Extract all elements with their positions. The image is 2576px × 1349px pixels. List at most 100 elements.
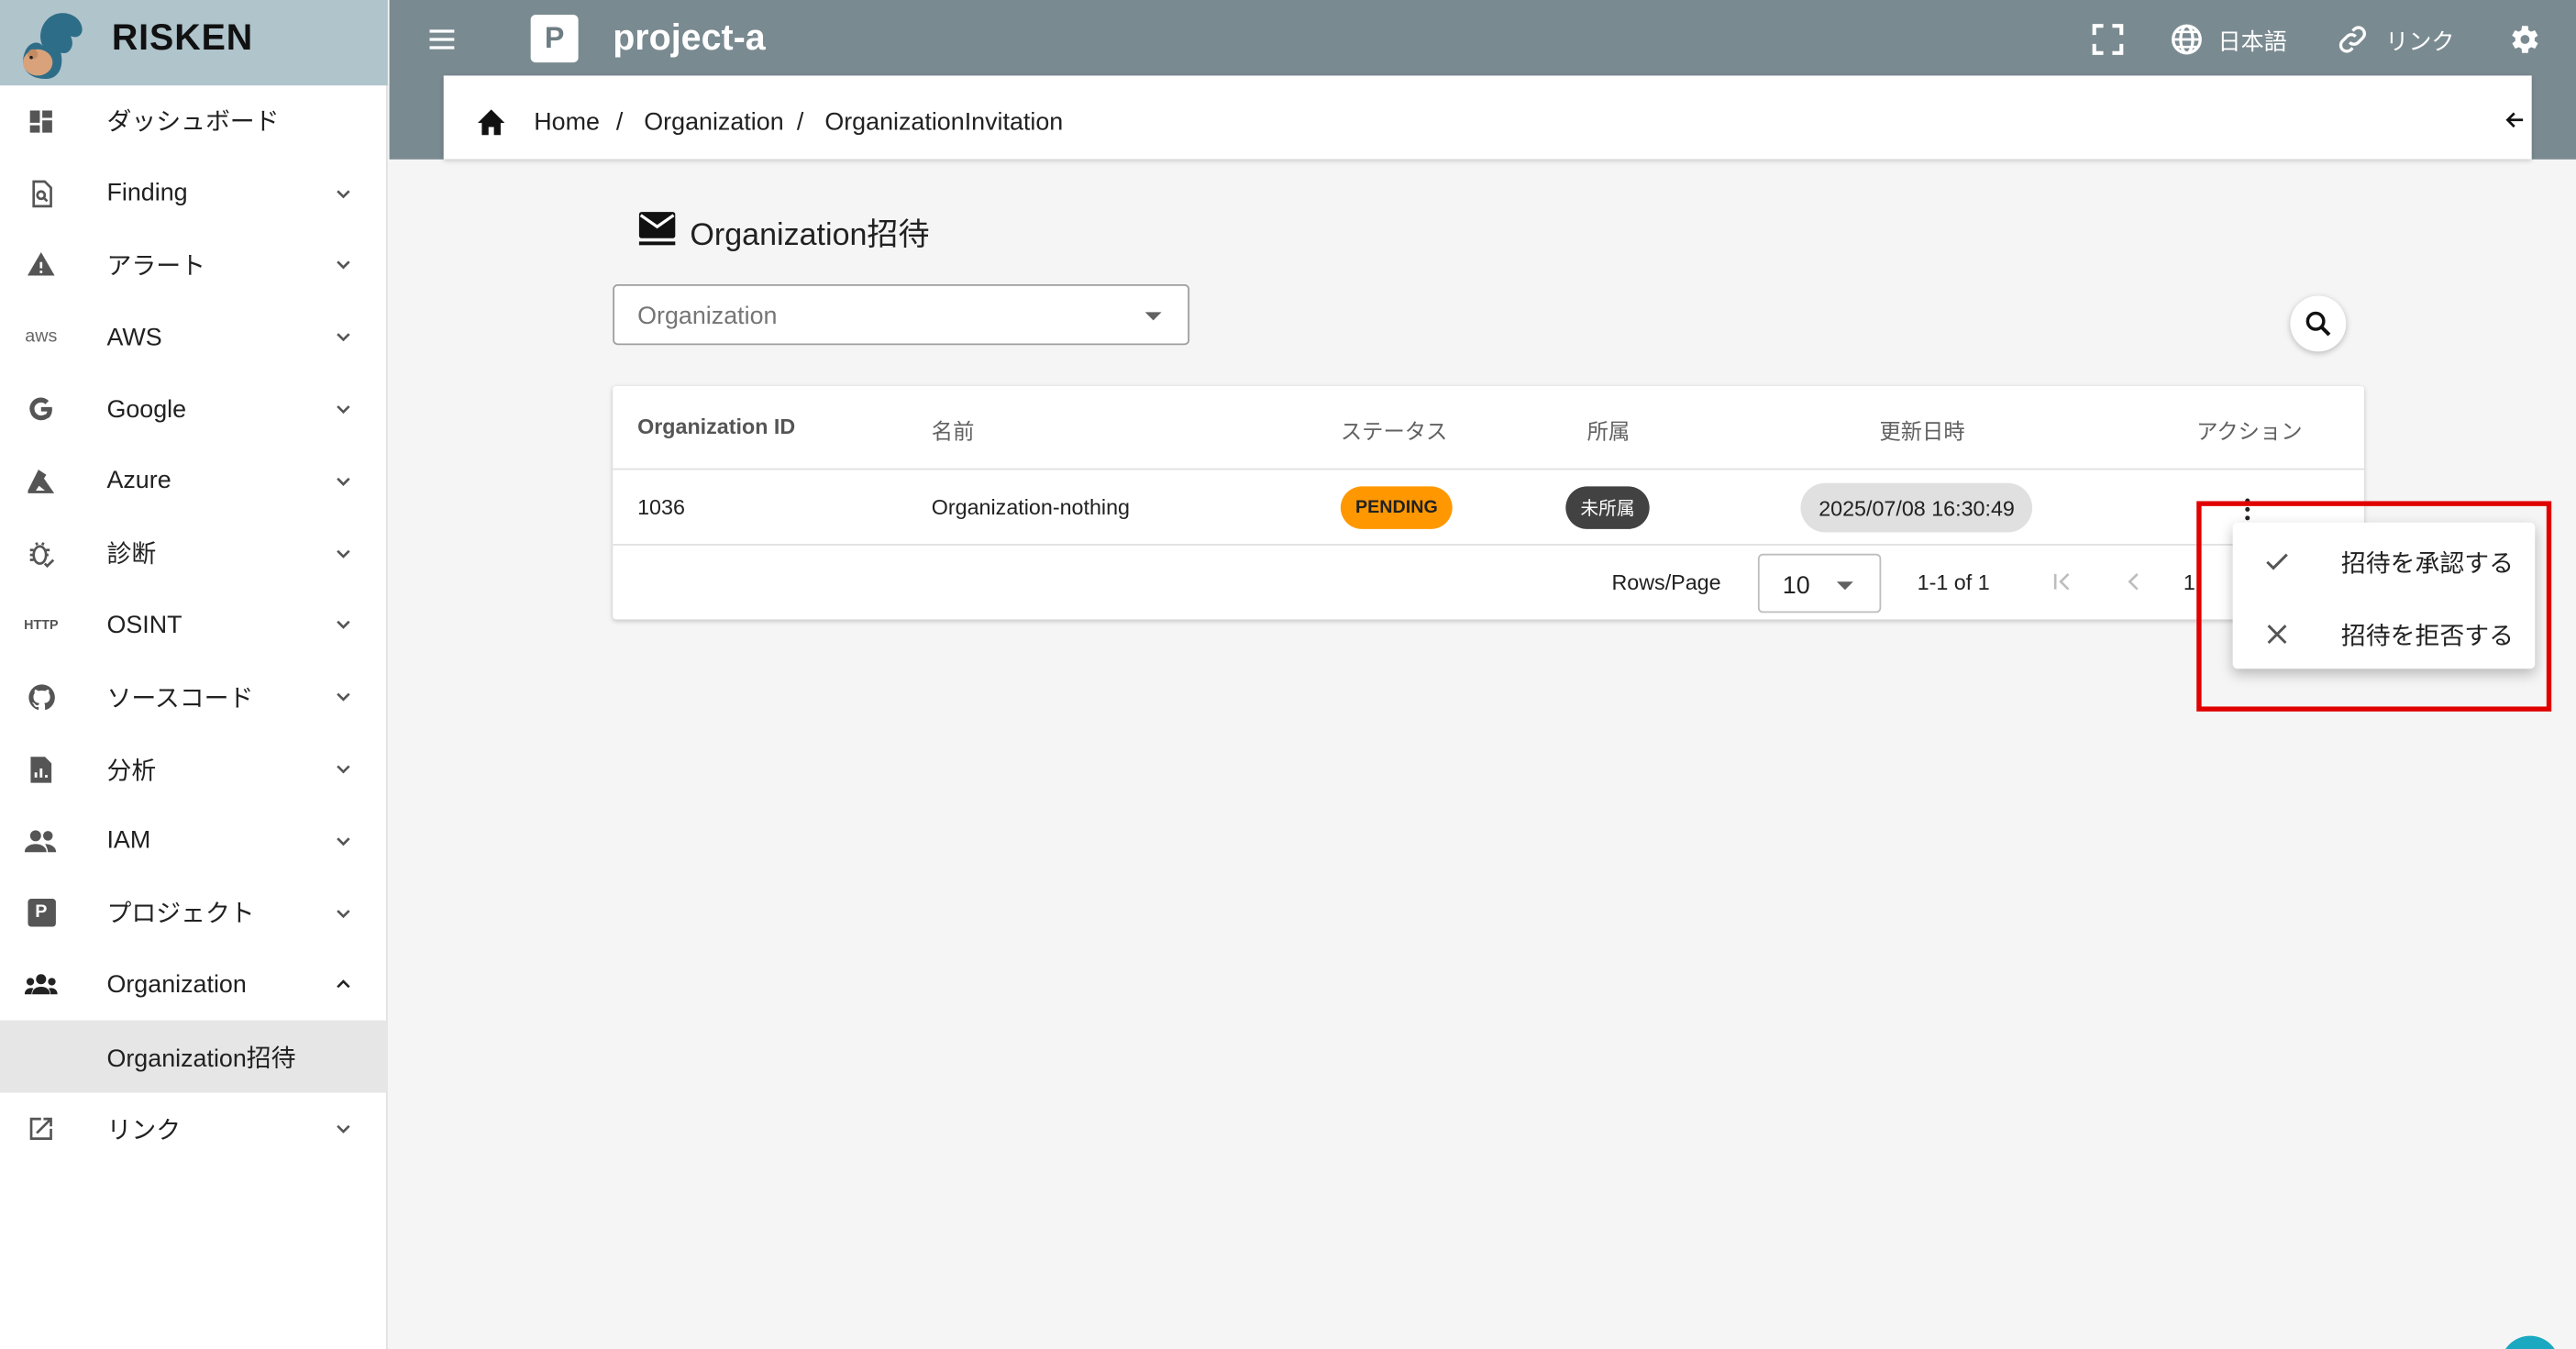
sidebar-item-azure[interactable]: Azure <box>0 446 388 517</box>
app-window: RISKEN ダッシュボード Finding アラート aws AWS Goog… <box>0 0 2576 1349</box>
project-badge: P <box>530 15 579 63</box>
chevron-down-icon <box>337 261 350 271</box>
sidebar-item-organization-invitation[interactable]: Organization招待 <box>0 1021 388 1093</box>
sidebar-item-project[interactable]: P プロジェクト <box>0 877 388 948</box>
sidebar-item-diagnosis[interactable]: 診断 <box>0 517 388 589</box>
header-divider <box>613 468 2364 470</box>
sidebar-item-link[interactable]: リンク <box>0 1093 388 1165</box>
chevron-down-icon <box>337 333 350 342</box>
arrow-back-icon[interactable] <box>2504 108 2526 131</box>
action-menu: 招待を承認する 招待を拒否する <box>2232 522 2536 669</box>
sidebar-item-label: Organization招待 <box>106 1045 296 1073</box>
chevron-down-icon <box>337 909 350 918</box>
reject-invitation-menu-item[interactable]: 招待を拒否する <box>2233 596 2536 669</box>
sidebar-item-aws[interactable]: aws AWS <box>0 302 388 373</box>
chevron-down-icon <box>337 549 350 558</box>
aws-icon: aws <box>25 327 58 348</box>
sidebar-item-label: ダッシュボード <box>106 108 280 138</box>
chevron-down-icon <box>337 693 350 702</box>
sidebar-item-label: Azure <box>106 467 171 495</box>
sidebar-item-source-code[interactable]: ソースコード <box>0 661 388 733</box>
chevron-down-icon <box>337 621 350 630</box>
http-icon: HTTP <box>24 617 59 633</box>
sidebar-item-label: AWS <box>106 323 162 352</box>
prev-page-icon[interactable] <box>2121 569 2148 595</box>
project-icon: P <box>25 897 58 930</box>
sidebar-item-osint[interactable]: HTTP OSINT <box>0 589 388 660</box>
squirrel-logo-icon <box>23 13 83 80</box>
sidebar-item-iam[interactable]: IAM <box>0 805 388 877</box>
sidebar-item-google[interactable]: Google <box>0 373 388 445</box>
sidebar: RISKEN ダッシュボード Finding アラート aws AWS Goog… <box>0 0 388 1349</box>
breadcrumb-separator: / <box>615 108 624 137</box>
azure-icon <box>25 465 58 498</box>
alert-icon <box>25 249 58 282</box>
fullscreen-icon[interactable] <box>2090 21 2126 57</box>
column-header-updated-at[interactable]: 更新日時 <box>1879 415 1964 446</box>
sidebar-item-organization[interactable]: Organization <box>0 949 388 1021</box>
external-link-icon <box>25 1112 58 1145</box>
brand-header: RISKEN <box>0 0 388 86</box>
updated-at-chip: 2025/07/08 16:30:49 <box>1800 482 2033 533</box>
sidebar-item-alert[interactable]: アラート <box>0 229 388 301</box>
dropdown-caret-icon <box>1144 312 1162 321</box>
rows-per-page-select[interactable]: 10 <box>1757 553 1882 614</box>
column-header-organization-id[interactable]: Organization ID <box>637 415 795 439</box>
people-icon <box>24 824 58 857</box>
breadcrumb-organization[interactable]: Organization <box>644 108 783 136</box>
search-icon <box>2305 311 2331 337</box>
settings-gear-icon[interactable] <box>2505 21 2541 57</box>
rows-per-page-label: Rows/Page <box>1611 569 1721 595</box>
home-icon[interactable] <box>475 106 508 136</box>
cell-organization-id: 1036 <box>637 494 685 520</box>
first-page-icon[interactable] <box>2049 569 2075 595</box>
mail-icon <box>638 212 676 246</box>
sidebar-item-analysis[interactable]: 分析 <box>0 733 388 804</box>
page-number[interactable]: 1 <box>2184 570 2195 595</box>
close-icon <box>2267 625 2287 645</box>
chevron-down-icon <box>337 837 350 846</box>
breadcrumb-current: OrganizationInvitation <box>824 108 1064 137</box>
cell-name: Organization-nothing <box>931 494 1131 520</box>
breadcrumb-home[interactable]: Home <box>534 108 600 136</box>
menu-icon[interactable] <box>426 23 459 56</box>
rows-per-page-value: 10 <box>1782 571 1810 600</box>
organization-select-value: Organization <box>637 302 778 331</box>
pagination-range: 1-1 of 1 <box>1917 569 1990 595</box>
chevron-down-icon <box>337 477 350 486</box>
link-menu[interactable]: リンク <box>2385 25 2454 58</box>
invitation-table: Organization ID 名前 ステータス 所属 更新日時 アクション 1… <box>613 386 2364 620</box>
language-selector[interactable]: 日本語 <box>2218 25 2287 58</box>
sidebar-item-label: リンク <box>106 1116 182 1145</box>
sidebar-item-finding[interactable]: Finding <box>0 158 388 229</box>
column-header-action: アクション <box>2196 418 2303 444</box>
chevron-up-icon <box>337 980 350 990</box>
help-fab-button[interactable] <box>2500 1335 2560 1349</box>
check-icon <box>2266 553 2288 570</box>
menu-item-label: 招待を承認する <box>2340 550 2515 579</box>
search-button[interactable] <box>2290 295 2347 352</box>
chevron-down-icon <box>337 405 350 415</box>
sidebar-item-label: Finding <box>106 179 188 208</box>
affiliation-badge: 未所属 <box>1565 486 1650 529</box>
column-header-status[interactable]: ステータス <box>1341 415 1447 446</box>
organization-select[interactable]: Organization <box>613 283 1190 346</box>
dashboard-icon <box>25 105 58 138</box>
link-icon[interactable] <box>2335 21 2371 57</box>
more-vert-icon[interactable] <box>2241 498 2254 521</box>
column-header-name[interactable]: 名前 <box>932 415 975 446</box>
sidebar-item-dashboard[interactable]: ダッシュボード <box>0 85 388 157</box>
row-divider <box>613 544 2364 546</box>
sidebar-item-label: プロジェクト <box>106 901 255 929</box>
menu-item-label: 招待を拒否する <box>2340 623 2515 651</box>
finding-icon <box>25 177 58 210</box>
project-name[interactable]: project-a <box>613 17 765 60</box>
sidebar-item-label: 分析 <box>106 757 157 785</box>
column-header-affiliation[interactable]: 所属 <box>1587 415 1631 446</box>
google-icon <box>25 393 58 426</box>
sidebar-item-label: Organization <box>106 970 247 1000</box>
dropdown-caret-icon <box>1836 581 1853 591</box>
groups-icon <box>24 968 58 1001</box>
globe-icon[interactable] <box>2169 21 2205 57</box>
accept-invitation-menu-item[interactable]: 招待を承認する <box>2233 525 2536 597</box>
